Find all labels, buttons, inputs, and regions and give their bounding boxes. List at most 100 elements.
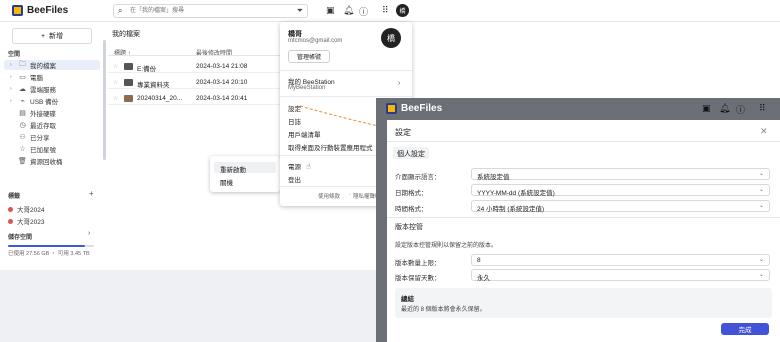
- folder-icon: 🗀: [19, 60, 26, 68]
- task-list-icon[interactable]: ▣: [326, 5, 335, 16]
- language-label: 介面顯示語言：: [395, 174, 441, 181]
- chevron-down-icon: ⌄: [758, 272, 764, 278]
- star-outline-icon[interactable]: ☆: [113, 63, 118, 70]
- search-box[interactable]: ⌕ ⏷: [113, 4, 308, 18]
- beestation-name: MyBeeStation: [288, 85, 326, 91]
- user-avatar[interactable]: 橋: [396, 4, 409, 17]
- sidebar-item-label: 雲端服務: [30, 87, 56, 94]
- trash-icon: 🗑︎: [18, 158, 27, 165]
- storage-section-label: 儲存空間: [8, 235, 33, 241]
- date-format-select[interactable]: YYYY-MM-dd (系統設定值) ⌄: [471, 184, 770, 197]
- sidebar-item-cloud[interactable]: › ☁ 雲端服務: [4, 84, 100, 94]
- bell-icon[interactable]: 🔔︎: [719, 103, 730, 114]
- chevron-right-icon[interactable]: ›: [10, 74, 15, 80]
- file-name: 專業資料夾: [137, 82, 170, 89]
- chevron-right-icon[interactable]: ›: [398, 80, 400, 87]
- section-divider: [387, 217, 780, 218]
- shutdown-menu-item[interactable]: 關機: [214, 175, 276, 187]
- chevron-down-icon: ⌄: [758, 257, 764, 263]
- file-date: 2024-03-14 21:08: [196, 63, 248, 70]
- client-list-menu-item[interactable]: 用戶端清單: [288, 129, 321, 139]
- get-apps-menu-item[interactable]: 取得桌面及行動裝置應用程式: [288, 142, 373, 152]
- task-list-icon[interactable]: ▣: [702, 103, 711, 114]
- tag-item[interactable]: 大哥2023: [8, 216, 44, 226]
- menu-divider: [280, 96, 412, 97]
- chevron-right-icon[interactable]: ›: [10, 86, 15, 92]
- beefiles-logo-icon: [386, 103, 397, 114]
- sidebar-item-trash[interactable]: 🗑︎ 資源回收桶: [4, 156, 100, 166]
- close-icon[interactable]: ✕: [760, 126, 768, 137]
- storage-info-icon[interactable]: ›: [88, 230, 90, 237]
- version-count-value: 8: [477, 257, 481, 264]
- manage-account-button[interactable]: 管理帳號: [288, 50, 330, 63]
- breadcrumb[interactable]: 我的檔案: [112, 29, 140, 39]
- personal-settings-heading: 個人設定: [393, 147, 429, 159]
- restart-menu-item[interactable]: 重新啟動: [214, 162, 276, 174]
- retention-days-label: 版本保留天數：: [395, 275, 441, 282]
- top-bar: BeeFiles ⌕ ⏷ ▣ 🔔︎ ⓘ ⠿ 橋: [0, 0, 780, 22]
- sidebar-item-usb-backup[interactable]: › ⌁ USB 備份: [4, 96, 100, 106]
- language-value: 系統設定值: [477, 174, 510, 181]
- sidebar-scrollbar[interactable]: [103, 40, 106, 160]
- star-outline-icon[interactable]: ☆: [113, 95, 118, 102]
- chevron-down-icon: ⌄: [758, 187, 764, 193]
- sidebar-item-external-drive[interactable]: ▤ 外接硬碟: [4, 108, 100, 118]
- filter-icon[interactable]: ⏷: [297, 6, 303, 16]
- apps-grid-icon[interactable]: ⠿: [382, 5, 389, 16]
- terms-link[interactable]: 使用條款: [318, 192, 340, 200]
- time-format-label: 時間格式：: [395, 206, 428, 213]
- dialog-divider: [387, 141, 780, 142]
- logout-menu-item[interactable]: 登出: [288, 174, 301, 184]
- sidebar-item-label: USB 備份: [30, 99, 59, 106]
- star-outline-icon[interactable]: ☆: [113, 79, 118, 86]
- storage-usage-text: 已使用 27.56 GB ・ 可用 3.45 TB: [8, 251, 90, 257]
- file-date: 2024-03-14 20:41: [196, 95, 248, 102]
- help-icon[interactable]: ⓘ: [736, 103, 745, 116]
- computer-icon: ▭: [19, 74, 26, 81]
- version-count-select[interactable]: 8 ⌄: [471, 254, 770, 266]
- bell-icon[interactable]: 🔔︎: [343, 5, 354, 16]
- add-tag-icon[interactable]: +: [89, 189, 94, 198]
- time-format-select[interactable]: 24 小時制 (系統設定值) ⌄: [471, 200, 770, 213]
- storage-progress-fill: [8, 245, 85, 247]
- summary-text: 最近的 8 個版本將會永久保留。: [401, 307, 486, 313]
- done-button[interactable]: 完成: [721, 323, 769, 335]
- retention-days-select[interactable]: 永久 ⌄: [471, 269, 770, 282]
- tag-item[interactable]: 大哥2024: [8, 204, 44, 214]
- apps-grid-icon[interactable]: ⠿: [759, 103, 766, 114]
- new-button[interactable]: + 新增: [12, 28, 92, 44]
- date-format-value: YYYY-MM-dd (系統設定值): [477, 190, 555, 197]
- sidebar-item-starred[interactable]: ☆ 已加星號: [4, 144, 100, 154]
- retention-days-value: 永久: [477, 275, 490, 282]
- search-input[interactable]: [130, 6, 290, 16]
- image-thumbnail-icon: [124, 95, 133, 102]
- help-icon[interactable]: ⓘ: [359, 5, 368, 18]
- chevron-right-icon[interactable]: ›: [10, 98, 15, 104]
- chevron-right-icon[interactable]: ›: [10, 62, 15, 68]
- version-count-label: 版本數量上限：: [395, 260, 441, 267]
- menu-divider: [280, 70, 412, 71]
- foot-separator: ·: [349, 192, 351, 198]
- sidebar-item-my-files[interactable]: › 🗀 我的檔案: [4, 60, 100, 70]
- power-menu-item[interactable]: 電源: [288, 161, 301, 171]
- app-logo[interactable]: BeeFiles: [12, 5, 68, 16]
- storage-progress-bar: [8, 245, 94, 247]
- sidebar-item-recent[interactable]: ◷ 最近存取: [4, 120, 100, 130]
- settings-menu-item[interactable]: 設定: [288, 103, 301, 113]
- file-name: E:備份: [137, 66, 157, 73]
- tags-section-label: 標籤: [8, 194, 21, 200]
- dialog-title: 設定: [395, 128, 411, 137]
- user-email: mtcmos@gmail.com: [288, 38, 343, 44]
- sidebar-item-shared[interactable]: ⚇ 已分享: [4, 132, 100, 142]
- logs-menu-item[interactable]: 日誌: [288, 116, 301, 126]
- sidebar-item-label: 已加星號: [30, 147, 56, 154]
- plus-icon: +: [40, 32, 46, 40]
- app-name: BeeFiles: [401, 103, 443, 114]
- cursor-hand-icon: ☝: [306, 162, 311, 171]
- app-logo[interactable]: BeeFiles: [386, 103, 442, 114]
- sidebar-item-computer[interactable]: › ▭ 電腦: [4, 72, 100, 82]
- language-select[interactable]: 系統設定值 ⌄: [471, 168, 770, 181]
- sidebar-item-label: 我的檔案: [30, 63, 56, 70]
- tag-label: 大哥2024: [17, 207, 45, 214]
- folder-icon: [124, 63, 133, 70]
